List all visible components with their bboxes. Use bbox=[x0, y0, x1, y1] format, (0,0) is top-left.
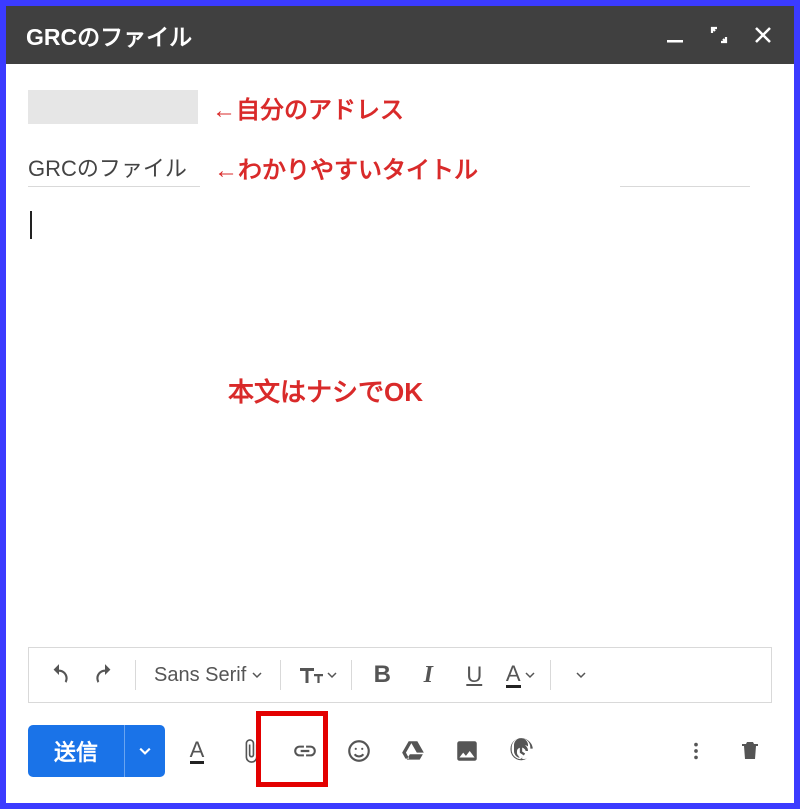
text-cursor bbox=[30, 211, 32, 239]
more-options-icon[interactable] bbox=[674, 729, 718, 773]
body-area[interactable]: 本文はナシでOK bbox=[28, 207, 772, 647]
to-address-redacted[interactable] bbox=[28, 90, 198, 124]
text-color-button[interactable]: A bbox=[500, 655, 540, 695]
annotation-to: ←自分のアドレス bbox=[212, 90, 404, 125]
expand-icon[interactable] bbox=[708, 24, 730, 46]
more-formatting-button[interactable] bbox=[561, 655, 601, 695]
send-options-arrow[interactable] bbox=[125, 745, 165, 757]
formatting-toggle-button[interactable]: A bbox=[175, 729, 219, 773]
separator bbox=[351, 660, 352, 690]
separator bbox=[280, 660, 281, 690]
chevron-down-icon bbox=[252, 670, 262, 680]
to-row: ←自分のアドレス bbox=[28, 82, 772, 132]
separator bbox=[550, 660, 551, 690]
formatting-toolbar: Sans Serif B I U A bbox=[28, 647, 772, 703]
minimize-icon[interactable] bbox=[664, 24, 686, 46]
font-size-icon[interactable] bbox=[291, 655, 341, 695]
underline-button[interactable]: U bbox=[454, 655, 494, 695]
separator bbox=[135, 660, 136, 690]
font-family-label: Sans Serif bbox=[154, 664, 246, 687]
send-label: 送信 bbox=[28, 725, 125, 777]
chevron-down-icon bbox=[576, 670, 586, 680]
insert-drive-icon[interactable] bbox=[391, 729, 435, 773]
window-title: GRCのファイル bbox=[26, 18, 664, 52]
action-bar: 送信 A bbox=[28, 721, 772, 781]
titlebar: GRCのファイル bbox=[6, 6, 794, 64]
close-icon[interactable] bbox=[752, 24, 774, 46]
subject-underline-right bbox=[620, 186, 750, 187]
window-controls bbox=[664, 24, 774, 46]
redo-icon[interactable] bbox=[85, 655, 125, 695]
compose-content: ←自分のアドレス ←わかりやすいタイトル 本文はナシでOK bbox=[6, 64, 794, 647]
send-button[interactable]: 送信 bbox=[28, 725, 165, 777]
attach-file-icon[interactable] bbox=[229, 729, 273, 773]
confidential-mode-icon[interactable] bbox=[499, 729, 543, 773]
annotation-body: 本文はナシでOK bbox=[228, 372, 423, 409]
compose-window: GRCのファイル ←自分のアドレス ←わかりやすいタイトル bbox=[0, 0, 800, 809]
annotation-subject: ←わかりやすいタイトル bbox=[214, 150, 478, 185]
insert-photo-icon[interactable] bbox=[445, 729, 489, 773]
insert-link-icon[interactable] bbox=[283, 729, 327, 773]
undo-icon[interactable] bbox=[39, 655, 79, 695]
subject-input[interactable] bbox=[28, 148, 200, 187]
italic-button[interactable]: I bbox=[408, 655, 448, 695]
bold-button[interactable]: B bbox=[362, 655, 402, 695]
font-family-select[interactable]: Sans Serif bbox=[146, 664, 270, 687]
chevron-down-icon bbox=[525, 670, 535, 680]
subject-row: ←わかりやすいタイトル bbox=[28, 148, 772, 187]
discard-draft-icon[interactable] bbox=[728, 729, 772, 773]
insert-emoji-icon[interactable] bbox=[337, 729, 381, 773]
chevron-down-icon bbox=[327, 670, 337, 680]
